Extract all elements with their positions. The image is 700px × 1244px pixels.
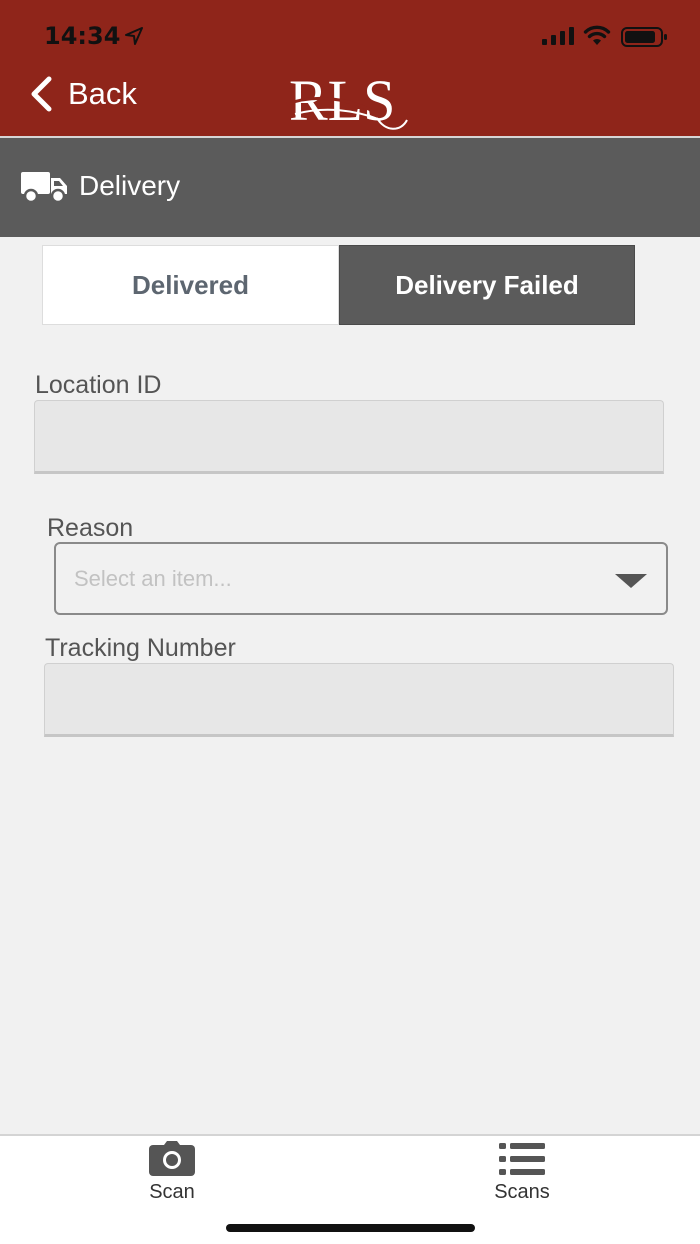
list-icon: [499, 1143, 545, 1175]
segment-delivered[interactable]: Delivered: [42, 245, 339, 325]
location-id-field[interactable]: [34, 400, 664, 474]
back-label: Back: [68, 76, 137, 111]
status-time: 14:34: [44, 22, 121, 50]
reason-picker[interactable]: Select an item...: [54, 542, 668, 615]
battery-icon: [621, 27, 667, 47]
tab-scans-label: Scans: [494, 1181, 550, 1203]
tracking-number-label: Tracking Number: [45, 634, 236, 662]
tab-scan-label: Scan: [149, 1181, 195, 1203]
section-title: Delivery: [79, 170, 181, 201]
reason-label: Reason: [47, 514, 134, 542]
truck-icon: [21, 172, 67, 204]
tab-scans[interactable]: Scans: [462, 1138, 582, 1204]
back-button[interactable]: Back: [28, 70, 137, 118]
segment-delivery-failed[interactable]: Delivery Failed: [339, 245, 635, 325]
location-arrow-icon: [125, 27, 143, 45]
cellular-signal-icon: [542, 27, 574, 45]
reason-placeholder: Select an item...: [74, 566, 232, 591]
tracking-number-field[interactable]: [44, 663, 674, 737]
home-indicator[interactable]: [226, 1224, 475, 1232]
tab-scan[interactable]: Scan: [112, 1138, 232, 1204]
location-id-label: Location ID: [35, 371, 162, 399]
chevron-left-icon: [31, 76, 52, 112]
wifi-icon: [583, 25, 611, 45]
rls-logo: RLS: [286, 68, 408, 133]
camera-icon: [149, 1141, 195, 1176]
dropdown-triangle-icon: [615, 574, 647, 588]
